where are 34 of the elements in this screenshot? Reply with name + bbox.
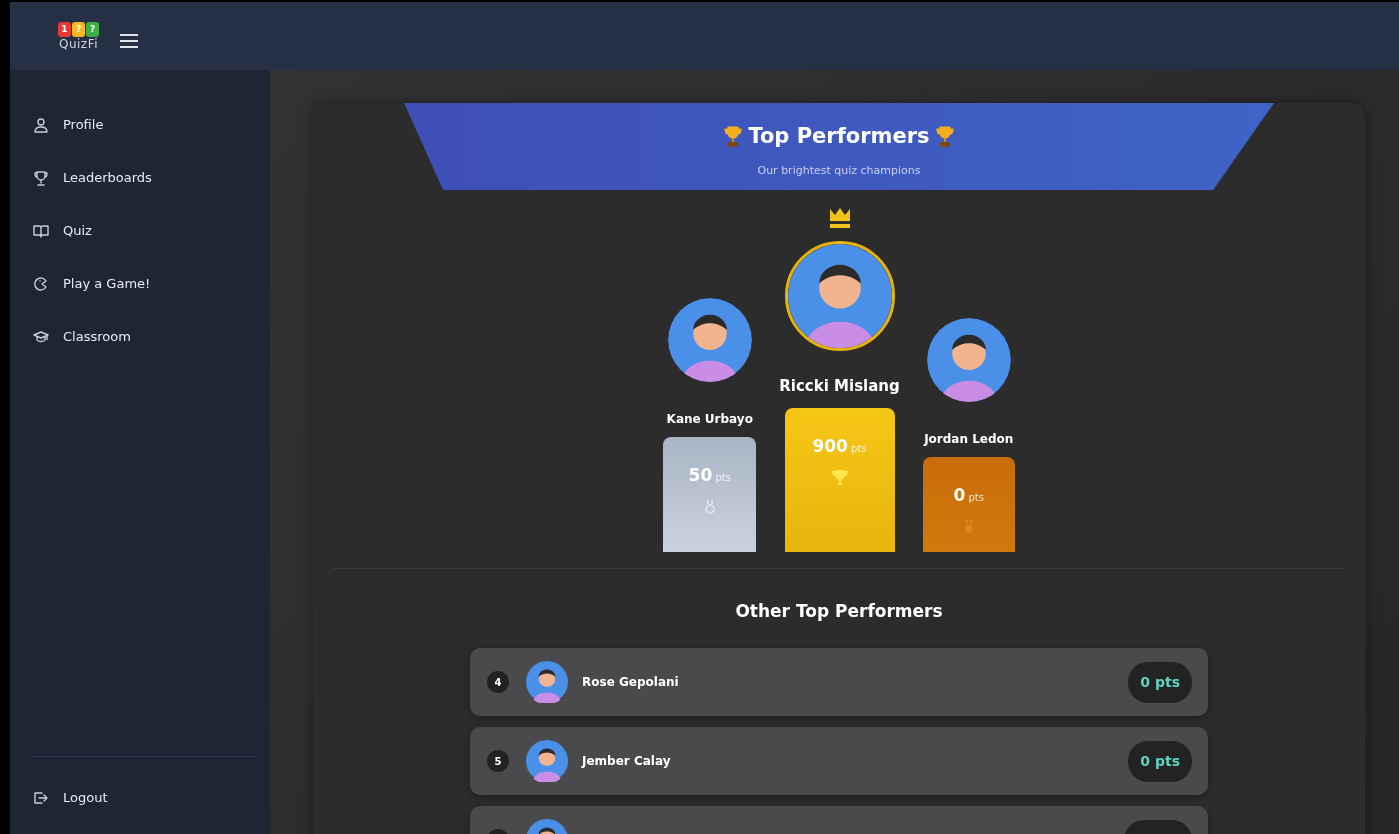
sidebar-item[interactable]: Leaderboards xyxy=(30,151,152,204)
rank-label: 5 xyxy=(487,750,509,772)
trophy-icon xyxy=(724,125,743,148)
logo: 1 ? ? QuizFi xyxy=(58,22,99,50)
logout-link[interactable]: Logout xyxy=(30,771,256,824)
section-title: Other Top Performers xyxy=(735,599,943,623)
crown-icon xyxy=(827,207,852,229)
sidebar-item[interactable]: Classroom xyxy=(30,310,131,363)
points-label: 0 pts xyxy=(1128,661,1192,703)
points-label: 0 pts xyxy=(1128,740,1192,782)
player-name: Jordan Ledon xyxy=(924,430,1014,448)
points-label: 900 pts xyxy=(812,434,867,458)
avatar-silhouette xyxy=(526,661,568,703)
pacman-icon xyxy=(33,275,49,292)
trophy-icon xyxy=(831,469,848,486)
sidebar-item[interactable]: Quiz xyxy=(30,204,92,257)
player-name: Kane Urbayo xyxy=(666,410,753,428)
player-name: Jember Calay xyxy=(582,753,671,770)
sidebar-item[interactable]: Play a Game! xyxy=(30,257,151,310)
person-icon xyxy=(33,116,49,133)
points-label: 0 pts xyxy=(953,483,984,507)
rank-label: 4 xyxy=(487,671,509,693)
logout-icon xyxy=(33,789,49,806)
graduation-cap-icon xyxy=(33,328,49,345)
book-icon xyxy=(33,222,49,239)
points-label: 50 pts xyxy=(688,463,731,487)
trophy-icon xyxy=(935,125,954,148)
player-name: Riccki Mislang xyxy=(779,376,900,397)
player-name: Rose Gepolani xyxy=(582,674,679,691)
banner-title: Top Performers xyxy=(748,123,930,150)
banner-subtitle: Our brightest quiz champions xyxy=(757,162,921,179)
avatar-silhouette xyxy=(526,740,568,782)
sidebar-item[interactable]: Profile xyxy=(30,98,104,151)
trophy-icon xyxy=(33,169,49,186)
